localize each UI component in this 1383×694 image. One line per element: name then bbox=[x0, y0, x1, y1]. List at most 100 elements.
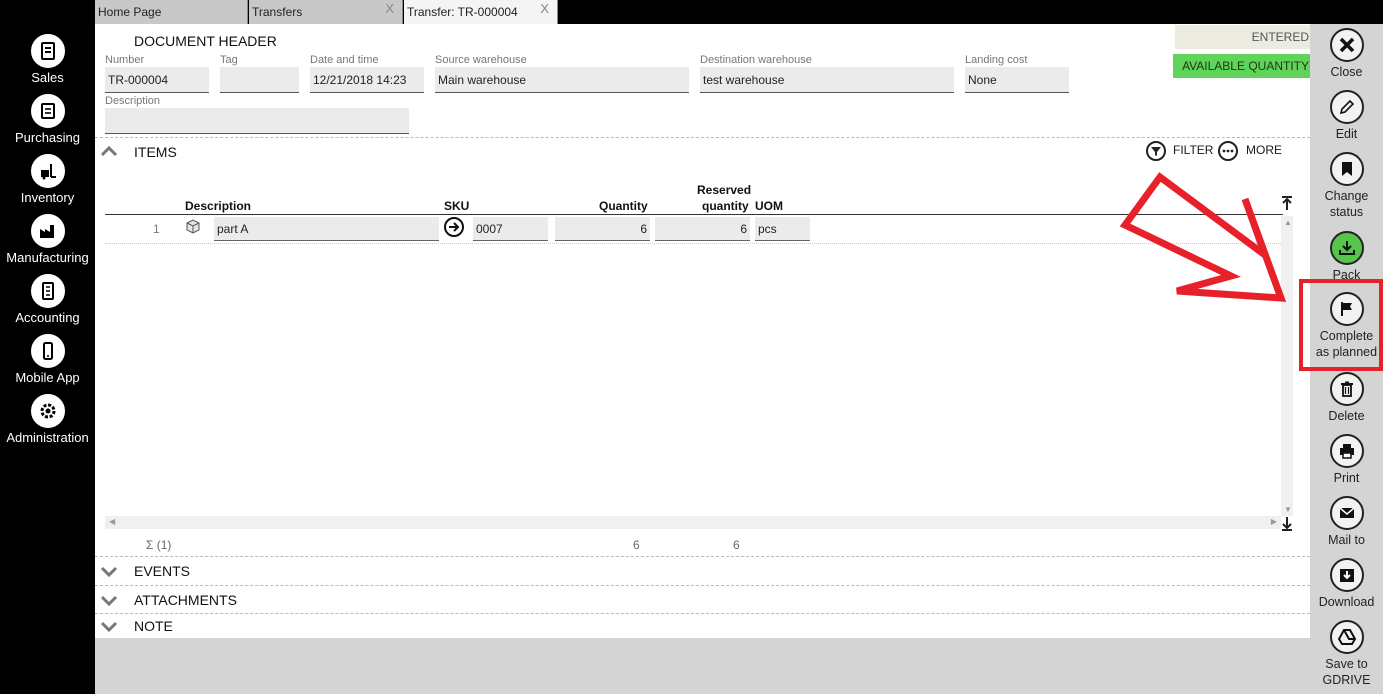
mail-icon bbox=[1329, 496, 1364, 530]
divider bbox=[95, 613, 1310, 614]
nav-label: Administration bbox=[6, 430, 89, 445]
close-tab-icon[interactable]: X bbox=[540, 0, 549, 21]
manufacturing-icon bbox=[30, 214, 65, 248]
item-reserved-quantity-field[interactable]: 6 bbox=[655, 217, 750, 241]
landing-cost-field[interactable]: None bbox=[965, 67, 1069, 93]
scroll-left-arrow-icon[interactable]: ◀ bbox=[109, 517, 115, 526]
tab-label: Home Page bbox=[98, 5, 162, 19]
source-warehouse-label: Source warehouse bbox=[435, 54, 527, 66]
scroll-down-arrow-icon[interactable]: ▼ bbox=[1284, 505, 1292, 514]
nav-item-purchasing[interactable]: Purchasing bbox=[0, 94, 95, 145]
close-icon bbox=[1329, 28, 1364, 62]
attachments-section-title[interactable]: ATTACHMENTS bbox=[134, 592, 237, 608]
tab-label: Transfers bbox=[252, 5, 303, 19]
column-header-reserved-line1[interactable]: Reserved bbox=[697, 183, 751, 197]
destination-warehouse-label: Destination warehouse bbox=[700, 54, 812, 66]
accounting-icon bbox=[30, 274, 65, 308]
nav-item-inventory[interactable]: Inventory bbox=[0, 154, 95, 205]
tab-bar: Home Page Transfers X Transfer: TR-00000… bbox=[95, 0, 1383, 24]
tag-label: Tag bbox=[220, 54, 238, 66]
column-header-reserved-line2[interactable]: quantity bbox=[702, 199, 749, 213]
save-to-gdrive-label-line1: Save to bbox=[1325, 657, 1368, 671]
row-index: 1 bbox=[153, 222, 160, 236]
nav-label: Mobile App bbox=[15, 370, 80, 385]
source-warehouse-field[interactable]: Main warehouse bbox=[435, 67, 689, 93]
status-entered-tag[interactable]: ENTERED bbox=[1175, 25, 1315, 49]
table-row[interactable]: 1 part A 0007 6 6 pcs bbox=[105, 215, 1281, 244]
print-button[interactable]: Print bbox=[1310, 434, 1383, 486]
item-uom-field[interactable]: pcs bbox=[755, 217, 810, 241]
divider bbox=[95, 585, 1310, 586]
chevron-down-icon[interactable] bbox=[100, 620, 118, 632]
number-field[interactable]: TR-000004 bbox=[105, 67, 209, 93]
nav-label: Accounting bbox=[15, 310, 80, 325]
mail-to-button[interactable]: Mail to bbox=[1310, 496, 1383, 548]
row-count-total: Σ (1) bbox=[146, 538, 172, 552]
left-navigation: Sales Purchasing Inventory Manufacturing… bbox=[0, 0, 95, 694]
available-quantity-tag[interactable]: AVAILABLE QUANTITY bbox=[1173, 54, 1315, 78]
column-header-uom[interactable]: UOM bbox=[755, 199, 783, 213]
sales-icon bbox=[30, 34, 65, 68]
edit-label: Edit bbox=[1335, 127, 1358, 141]
description-label: Description bbox=[105, 95, 161, 107]
scroll-to-bottom-icon[interactable] bbox=[1281, 516, 1293, 532]
number-label: Number bbox=[105, 54, 145, 66]
scroll-right-arrow-icon[interactable]: ▶ bbox=[1271, 517, 1277, 526]
nav-item-administration[interactable]: Administration bbox=[0, 394, 95, 445]
column-header-description[interactable]: Description bbox=[185, 199, 251, 213]
purchasing-icon bbox=[30, 94, 65, 128]
more-label: MORE bbox=[1246, 143, 1282, 157]
close-label: Close bbox=[1330, 65, 1363, 79]
save-to-gdrive-button[interactable]: Save to GDRIVE bbox=[1310, 620, 1383, 688]
landing-cost-label: Landing cost bbox=[965, 54, 1028, 66]
nav-item-mobile-app[interactable]: Mobile App bbox=[0, 334, 95, 385]
mobile-icon bbox=[30, 334, 65, 368]
close-tab-icon[interactable]: X bbox=[385, 0, 394, 21]
inventory-icon bbox=[30, 154, 65, 188]
description-field[interactable] bbox=[105, 108, 409, 134]
google-drive-icon bbox=[1329, 620, 1364, 654]
item-quantity-field[interactable]: 6 bbox=[555, 217, 650, 241]
chevron-down-icon[interactable] bbox=[100, 565, 118, 577]
divider bbox=[95, 137, 1310, 138]
nav-label: Manufacturing bbox=[6, 250, 89, 265]
print-label: Print bbox=[1333, 471, 1360, 485]
available-quantity-label: AVAILABLE QUANTITY bbox=[1182, 59, 1309, 73]
nav-item-accounting[interactable]: Accounting bbox=[0, 274, 95, 325]
download-button[interactable]: Download bbox=[1310, 558, 1383, 610]
delete-button[interactable]: Delete bbox=[1310, 372, 1383, 424]
tab-home-page[interactable]: Home Page bbox=[95, 0, 248, 24]
note-section-title[interactable]: NOTE bbox=[134, 618, 173, 634]
item-sku-field[interactable]: 0007 bbox=[473, 217, 548, 241]
item-description-field[interactable]: part A bbox=[214, 217, 439, 241]
column-header-sku[interactable]: SKU bbox=[444, 199, 469, 213]
divider bbox=[95, 556, 1310, 557]
close-button[interactable]: Close bbox=[1310, 28, 1383, 80]
tab-transfers[interactable]: Transfers X bbox=[249, 0, 403, 24]
events-section-title[interactable]: EVENTS bbox=[134, 563, 190, 579]
tab-transfer-document[interactable]: Transfer: TR-000004 X bbox=[404, 0, 558, 24]
arrow-right-circle-icon[interactable] bbox=[444, 217, 464, 237]
annotation-arrow-overlay bbox=[1119, 172, 1383, 371]
column-header-quantity[interactable]: Quantity bbox=[599, 199, 648, 213]
items-section-title[interactable]: ITEMS bbox=[134, 144, 177, 160]
gear-icon bbox=[30, 394, 65, 428]
nav-item-manufacturing[interactable]: Manufacturing bbox=[0, 214, 95, 265]
annotation-highlight-box bbox=[1299, 279, 1383, 371]
status-entered-label: ENTERED bbox=[1251, 30, 1309, 44]
chevron-up-icon[interactable] bbox=[100, 145, 118, 157]
chevron-down-icon[interactable] bbox=[100, 594, 118, 606]
save-to-gdrive-label-line2: GDRIVE bbox=[1322, 673, 1371, 687]
download-label: Download bbox=[1318, 595, 1375, 609]
date-field[interactable]: 12/21/2018 14:23 bbox=[310, 67, 424, 93]
edit-button[interactable]: Edit bbox=[1310, 90, 1383, 142]
more-icon bbox=[1218, 141, 1238, 161]
horizontal-scrollbar[interactable]: ◀ ▶ bbox=[105, 516, 1281, 529]
nav-item-sales[interactable]: Sales bbox=[0, 34, 95, 85]
filter-icon bbox=[1146, 141, 1166, 161]
destination-warehouse-field[interactable]: test warehouse bbox=[700, 67, 954, 93]
nav-label: Purchasing bbox=[14, 130, 81, 145]
quantity-total: 6 bbox=[633, 538, 640, 552]
nav-label: Sales bbox=[31, 70, 64, 85]
tag-field[interactable] bbox=[220, 67, 299, 93]
